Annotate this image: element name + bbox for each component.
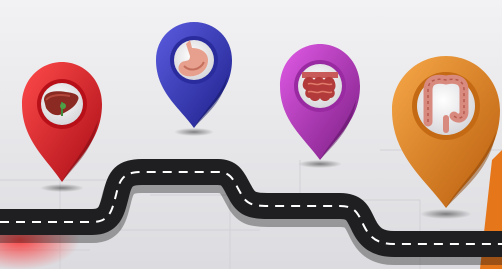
pin-shadow (40, 184, 84, 192)
pin-shadow (298, 160, 342, 168)
pin-shadow (420, 209, 472, 219)
digestive-journey-illustration (0, 0, 502, 269)
pin-shadow (174, 128, 214, 136)
small-intestine-icon (302, 72, 338, 101)
scene-svg (0, 0, 502, 269)
